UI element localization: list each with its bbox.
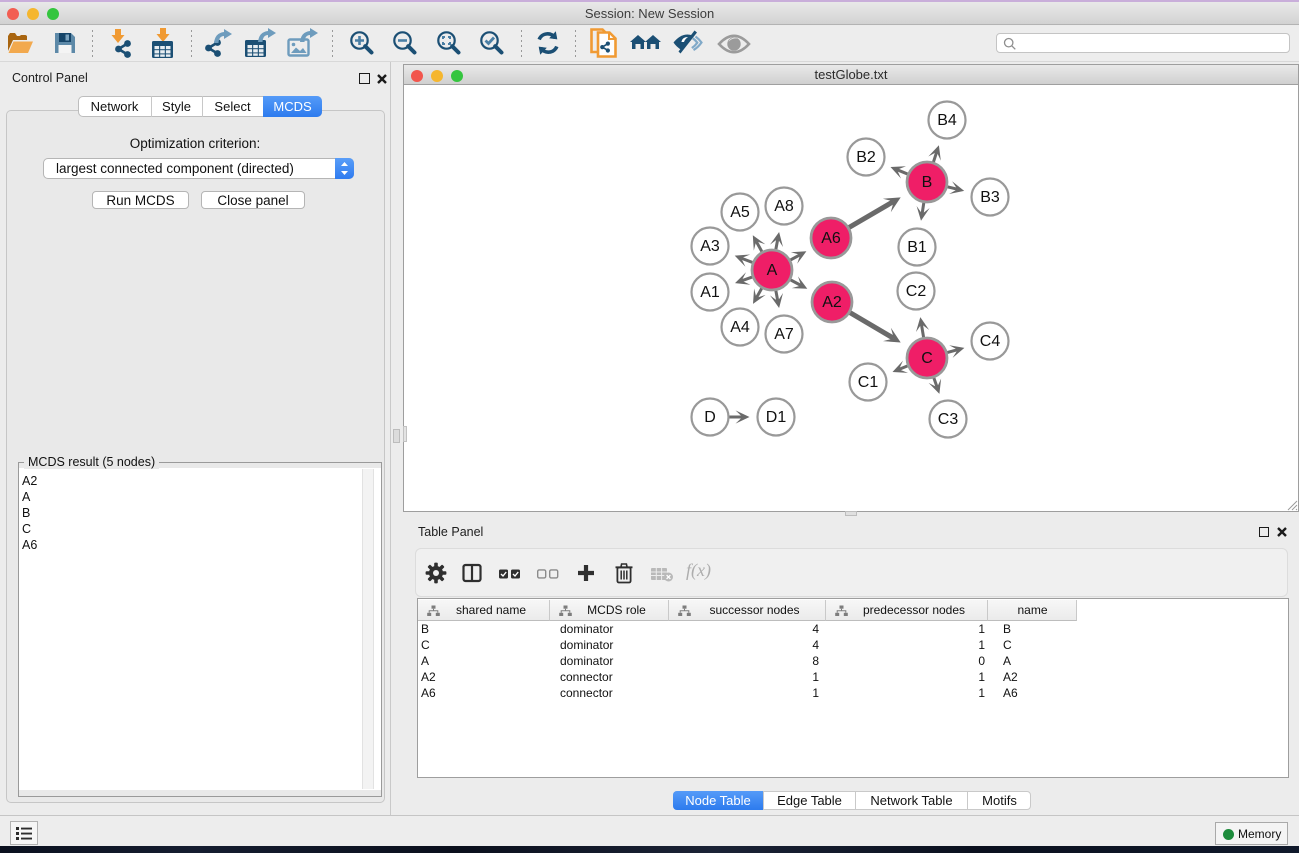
svg-text:B2: B2 [856, 149, 876, 166]
svg-text:A7: A7 [774, 326, 794, 343]
svg-text:B: B [922, 174, 933, 191]
svg-text:A8: A8 [774, 198, 794, 215]
svg-text:B1: B1 [907, 239, 927, 256]
svg-text:C4: C4 [980, 333, 1001, 350]
svg-text:A5: A5 [730, 204, 750, 221]
svg-text:C1: C1 [858, 374, 879, 391]
svg-text:C2: C2 [906, 283, 927, 300]
svg-text:A6: A6 [821, 230, 841, 247]
svg-text:B4: B4 [937, 112, 957, 129]
svg-text:A4: A4 [730, 319, 750, 336]
svg-text:B3: B3 [980, 189, 1000, 206]
svg-text:D1: D1 [766, 409, 787, 426]
svg-text:A1: A1 [700, 284, 720, 301]
svg-text:C3: C3 [938, 411, 959, 428]
svg-text:A2: A2 [822, 294, 842, 311]
svg-text:C: C [921, 350, 933, 367]
svg-text:D: D [704, 409, 716, 426]
svg-text:A: A [767, 262, 778, 279]
svg-text:A3: A3 [700, 238, 720, 255]
